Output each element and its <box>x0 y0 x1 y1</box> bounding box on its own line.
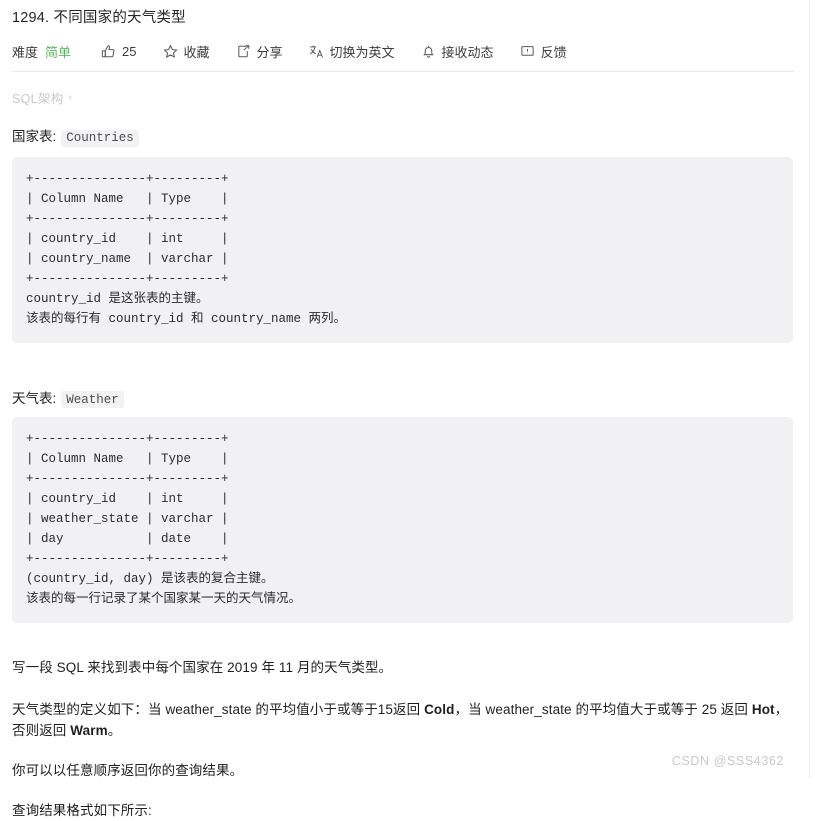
star-icon <box>163 44 178 59</box>
description-paragraph-2: 天气类型的定义如下：当 weather_state 的平均值小于或等于15返回 … <box>12 699 794 741</box>
bell-icon <box>421 44 436 59</box>
feedback-icon <box>520 44 535 59</box>
difficulty-group: 难度 简单 <box>12 42 71 61</box>
translate-label: 切换为英文 <box>329 44 395 60</box>
countries-table-name: Countries <box>61 129 139 147</box>
watermark: CSDN @SSS4362 <box>671 754 784 768</box>
meta-toolbar: 难度 简单 25 收藏 分享 切换为英文 接收动态 反馈 <box>12 36 794 66</box>
desc2-text-1: 天气类型的定义如下：当 weather_state 的平均值小于或等于15返回 <box>12 702 425 717</box>
description-paragraph-1: 写一段 SQL 来找到表中每个国家在 2019 年 11 月的天气类型。 <box>12 660 393 675</box>
difficulty-value: 简单 <box>45 44 72 60</box>
weather-table-name: Weather <box>61 391 124 408</box>
like-button[interactable]: 25 <box>101 43 137 59</box>
share-label: 分享 <box>256 44 283 60</box>
page-title: 1294. 不同国家的天气类型 <box>12 10 186 26</box>
subscribe-label: 接收动态 <box>441 44 494 60</box>
desc2-bold-warm: Warm <box>70 723 108 738</box>
share-button[interactable]: 分享 <box>236 42 283 61</box>
desc2-text-4: 。 <box>107 723 122 738</box>
sql-schema-label: SQL架构 <box>12 92 64 106</box>
weather-schema-code: +---------------+---------+ | Column Nam… <box>12 417 793 623</box>
desc2-bold-cold: Cold <box>424 702 455 717</box>
difficulty-label: 难度 <box>12 44 39 60</box>
favorite-button[interactable]: 收藏 <box>163 42 210 61</box>
weather-table-caption: 天气表: Weather <box>12 387 794 408</box>
countries-table-caption: 国家表: Countries <box>12 125 794 147</box>
desc2-text-2: ，当 weather_state 的平均值大于或等于 25 返回 <box>454 702 752 717</box>
feedback-label: 反馈 <box>540 44 567 60</box>
countries-caption-label: 国家表: <box>12 129 57 144</box>
sql-schema-toggle[interactable]: SQL架构 › <box>12 88 794 107</box>
description-paragraph-4: 查询结果格式如下所示: <box>12 803 152 818</box>
favorite-label: 收藏 <box>183 44 210 60</box>
desc2-bold-hot: Hot <box>751 702 775 717</box>
thumbs-up-icon <box>101 44 116 59</box>
vertical-scrollbar[interactable] <box>809 0 819 778</box>
header-divider <box>12 71 794 72</box>
problem-page: 1294. 不同国家的天气类型 难度 简单 25 收藏 分享 切换为英文 接收动… <box>0 0 810 818</box>
like-count: 25 <box>122 43 137 59</box>
weather-caption-label: 天气表: <box>12 390 57 406</box>
chevron-right-icon: › <box>68 92 73 103</box>
translate-icon <box>309 44 324 59</box>
feedback-button[interactable]: 反馈 <box>520 42 567 61</box>
subscribe-button[interactable]: 接收动态 <box>421 42 494 61</box>
translate-button[interactable]: 切换为英文 <box>309 42 395 61</box>
share-icon <box>236 44 251 59</box>
countries-schema-code: +---------------+---------+ | Column Nam… <box>12 156 793 343</box>
